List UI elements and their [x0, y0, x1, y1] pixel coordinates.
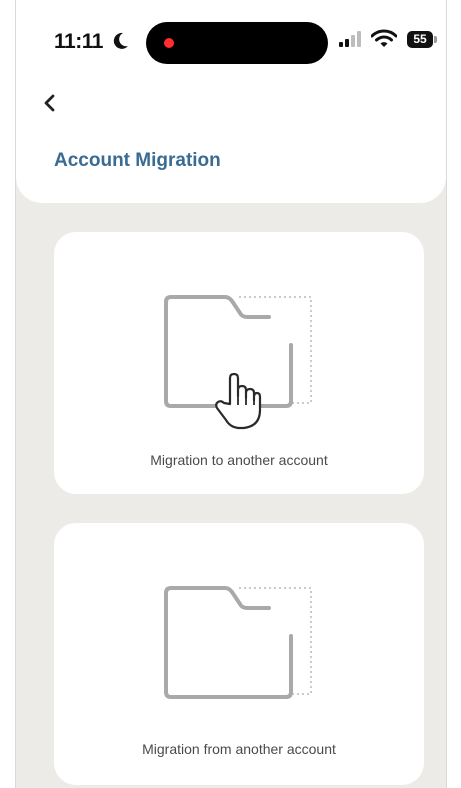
signal-icon	[339, 31, 361, 47]
page-title: Account Migration	[54, 150, 221, 171]
hand-pointer-icon	[215, 372, 262, 430]
migrate-to-account-card[interactable]: Migration to another account	[54, 232, 424, 494]
migrate-from-account-card[interactable]: Migration from another account	[54, 523, 424, 785]
card-label: Migration to another account	[150, 452, 328, 468]
card-label: Migration from another account	[142, 741, 336, 757]
status-time: 11:11	[54, 30, 103, 53]
battery-tip	[434, 36, 437, 43]
wifi-icon	[371, 29, 397, 47]
back-chevron-icon[interactable]	[36, 88, 66, 118]
app-screen: 11:11 55 Account Migration Migration to …	[15, 0, 447, 788]
header-panel: 11:11 55 Account Migration	[16, 0, 446, 203]
folder-outline-icon	[164, 586, 312, 699]
recording-dot-icon	[164, 38, 174, 48]
battery-icon: 55	[407, 31, 433, 48]
moon-icon	[113, 32, 128, 49]
dynamic-island	[146, 22, 328, 64]
